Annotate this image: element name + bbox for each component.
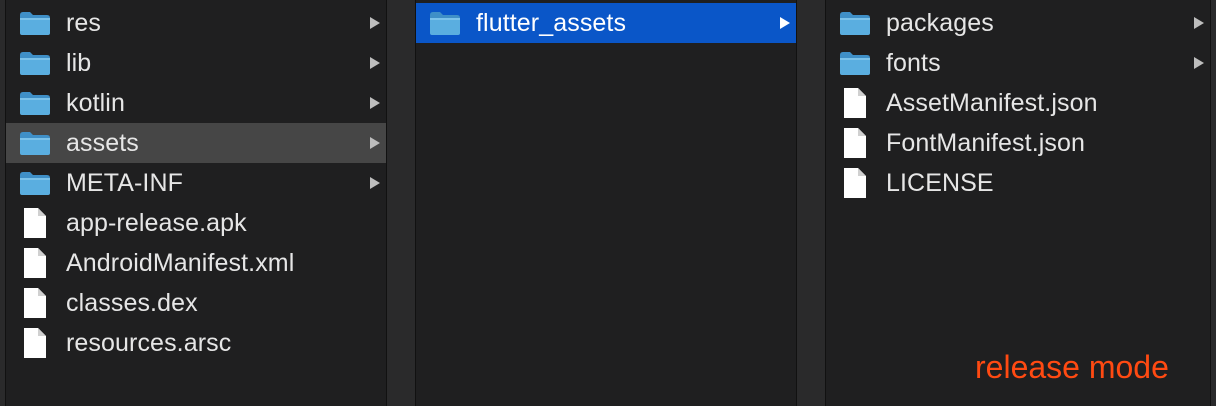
file-icon	[838, 88, 872, 118]
scroll-edge-right	[1210, 0, 1216, 406]
column-3-list: packages fonts AssetManifest.json FontManif…	[826, 0, 1210, 203]
chevron-right-icon	[1194, 17, 1204, 29]
item-name: res	[66, 8, 102, 37]
folder-row[interactable]: kotlin	[6, 83, 386, 123]
file-row[interactable]: AssetManifest.json	[826, 83, 1210, 123]
item-name: assets	[66, 128, 139, 157]
item-name: fonts	[886, 48, 941, 77]
chevron-right-icon	[370, 177, 380, 189]
folder-row[interactable]: flutter_assets	[416, 3, 796, 43]
file-icon	[18, 248, 52, 278]
file-icon	[838, 168, 872, 198]
column-2[interactable]: flutter_assets	[416, 0, 796, 406]
folder-row[interactable]: res	[6, 3, 386, 43]
chevron-right-icon	[1194, 57, 1204, 69]
folder-row[interactable]: fonts	[826, 43, 1210, 83]
file-row[interactable]: LICENSE	[826, 163, 1210, 203]
item-name: kotlin	[66, 88, 125, 117]
column-3[interactable]: packages fonts AssetManifest.json FontManif…	[826, 0, 1210, 406]
item-name: AndroidManifest.xml	[66, 248, 295, 277]
folder-icon	[18, 89, 52, 117]
column-resize-handle[interactable]	[796, 0, 826, 406]
column-2-list: flutter_assets	[416, 0, 796, 43]
folder-row[interactable]: META-INF	[6, 163, 386, 203]
file-icon	[18, 328, 52, 358]
item-name: lib	[66, 48, 92, 77]
column-1[interactable]: res lib kotlin assets META-INF app-release.ap…	[6, 0, 386, 406]
column-resize-handle[interactable]	[386, 0, 416, 406]
item-name: LICENSE	[886, 168, 994, 197]
chevron-right-icon	[780, 17, 790, 29]
file-icon	[838, 128, 872, 158]
folder-icon	[18, 129, 52, 157]
folder-icon	[18, 49, 52, 77]
item-name: AssetManifest.json	[886, 88, 1098, 117]
item-name: classes.dex	[66, 288, 198, 317]
item-name: app-release.apk	[66, 208, 247, 237]
item-name: flutter_assets	[476, 8, 627, 37]
file-row[interactable]: FontManifest.json	[826, 123, 1210, 163]
folder-icon	[18, 9, 52, 37]
file-row[interactable]: AndroidManifest.xml	[6, 243, 386, 283]
folder-row[interactable]: packages	[826, 3, 1210, 43]
folder-icon	[18, 169, 52, 197]
file-row[interactable]: resources.arsc	[6, 323, 386, 363]
file-row[interactable]: app-release.apk	[6, 203, 386, 243]
folder-icon	[428, 9, 462, 37]
chevron-right-icon	[370, 57, 380, 69]
folder-row[interactable]: lib	[6, 43, 386, 83]
file-icon	[18, 208, 52, 238]
column-1-list: res lib kotlin assets META-INF app-release.ap…	[6, 0, 386, 363]
chevron-right-icon	[370, 137, 380, 149]
item-name: packages	[886, 8, 994, 37]
item-name: FontManifest.json	[886, 128, 1086, 157]
item-name: META-INF	[66, 168, 183, 197]
chevron-right-icon	[370, 17, 380, 29]
folder-row[interactable]: assets	[6, 123, 386, 163]
chevron-right-icon	[370, 97, 380, 109]
file-icon	[18, 288, 52, 318]
file-row[interactable]: classes.dex	[6, 283, 386, 323]
release-mode-annotation: release mode	[975, 349, 1169, 385]
folder-icon	[838, 49, 872, 77]
folder-icon	[838, 9, 872, 37]
item-name: resources.arsc	[66, 328, 232, 357]
column-browser: res lib kotlin assets META-INF app-release.ap…	[0, 0, 1216, 406]
